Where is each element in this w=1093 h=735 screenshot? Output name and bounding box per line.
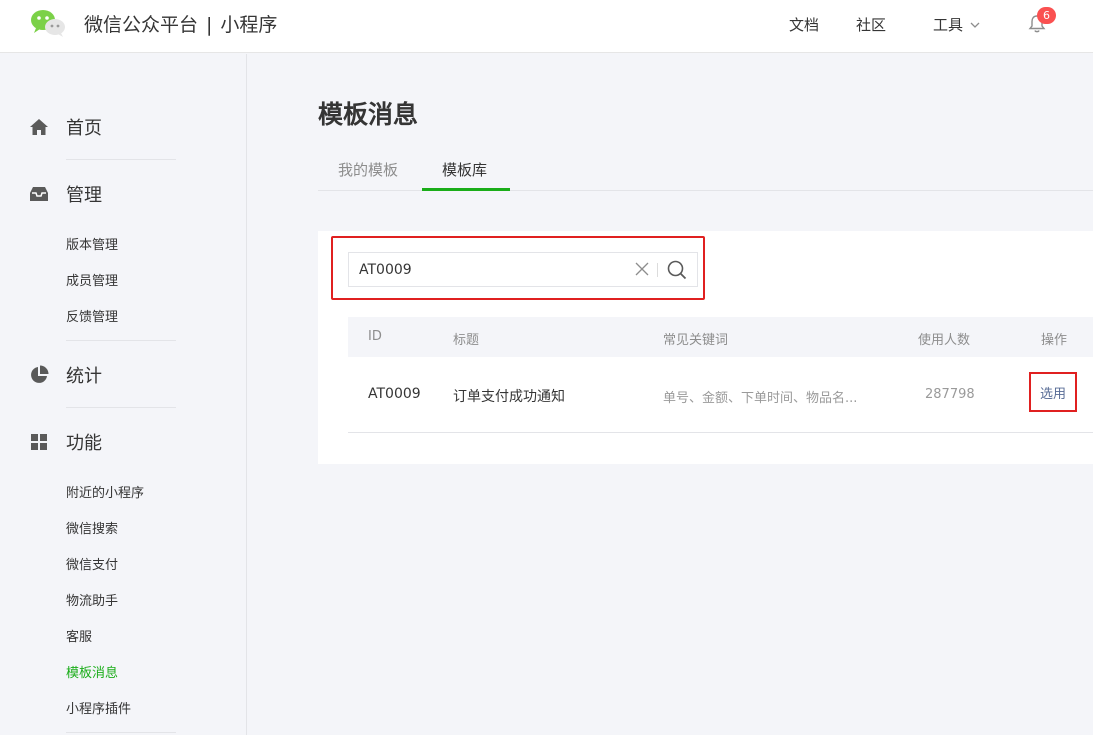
sidebar-item-stats[interactable]: 统计: [28, 360, 102, 390]
nav-tools-label: 工具: [933, 16, 964, 34]
sidebar: [0, 54, 247, 735]
cell-title: 订单支付成功通知: [453, 389, 565, 405]
chevron-down-icon: [970, 22, 980, 28]
sidebar-divider: [66, 159, 176, 160]
sidebar-item-manage-label: 管理: [66, 185, 102, 206]
sidebar-divider: [66, 732, 176, 733]
sidebar-item-wechat-search[interactable]: 微信搜索: [66, 518, 118, 537]
table-row: AT0009 订单支付成功通知 单号、金额、下单时间、物品名... 287798…: [348, 357, 1093, 433]
column-header-title: 标题: [453, 333, 480, 348]
cell-id: AT0009: [368, 386, 421, 402]
sidebar-item-customer-service[interactable]: 客服: [66, 626, 92, 645]
sidebar-divider: [66, 340, 176, 341]
active-tab-indicator: [422, 188, 510, 191]
tab-my-templates[interactable]: 我的模板: [338, 159, 398, 180]
notification-badge: 6: [1037, 7, 1056, 24]
nav-tools-dropdown[interactable]: 工具: [933, 14, 980, 35]
column-header-id: ID: [368, 329, 382, 344]
tab-template-library[interactable]: 模板库: [442, 159, 487, 180]
sidebar-item-features-label: 功能: [66, 433, 102, 454]
grid-icon: [28, 431, 50, 453]
sidebar-item-wechat-pay[interactable]: 微信支付: [66, 554, 118, 573]
sidebar-divider: [66, 407, 176, 408]
sidebar-item-version-manage[interactable]: 版本管理: [66, 234, 118, 253]
wechat-logo-icon[interactable]: [30, 8, 66, 38]
sidebar-item-plugins[interactable]: 小程序插件: [66, 698, 131, 717]
product-name: 小程序: [220, 14, 278, 36]
sidebar-item-logistics[interactable]: 物流助手: [66, 590, 118, 609]
pie-chart-icon: [28, 364, 50, 386]
sidebar-item-home[interactable]: 首页: [28, 112, 102, 142]
brand-title[interactable]: 微信公众平台 | 小程序: [84, 10, 277, 37]
cell-users: 287798: [925, 387, 975, 402]
sidebar-item-features[interactable]: 功能: [28, 427, 102, 457]
sidebar-item-template-message[interactable]: 模板消息: [66, 662, 118, 681]
nav-community-link[interactable]: 社区: [856, 14, 886, 35]
sidebar-item-feedback-manage[interactable]: 反馈管理: [66, 306, 118, 325]
select-template-button[interactable]: 选用: [1029, 372, 1077, 412]
column-header-keywords: 常见关键词: [663, 333, 729, 348]
column-header-users: 使用人数: [918, 333, 971, 348]
brand-separator: |: [206, 14, 213, 36]
sidebar-item-nearby-miniprogram[interactable]: 附近的小程序: [66, 482, 144, 501]
column-header-action: 操作: [1041, 333, 1068, 348]
sidebar-item-stats-label: 统计: [66, 366, 102, 387]
inbox-icon: [28, 183, 50, 205]
nav-docs-link[interactable]: 文档: [789, 14, 819, 35]
sidebar-item-manage[interactable]: 管理: [28, 179, 102, 209]
top-bar: 微信公众平台 | 小程序 文档 社区 工具 6: [0, 0, 1093, 53]
sidebar-item-member-manage[interactable]: 成员管理: [66, 270, 118, 289]
brand-name: 微信公众平台: [84, 14, 199, 36]
cell-keywords: 单号、金额、下单时间、物品名...: [663, 391, 858, 406]
sidebar-item-home-label: 首页: [66, 118, 102, 139]
home-icon: [28, 116, 50, 138]
page-title: 模板消息: [318, 100, 419, 129]
search-highlight-box: [331, 236, 705, 300]
table-header: ID 标题 常见关键词 使用人数 操作: [348, 317, 1093, 357]
